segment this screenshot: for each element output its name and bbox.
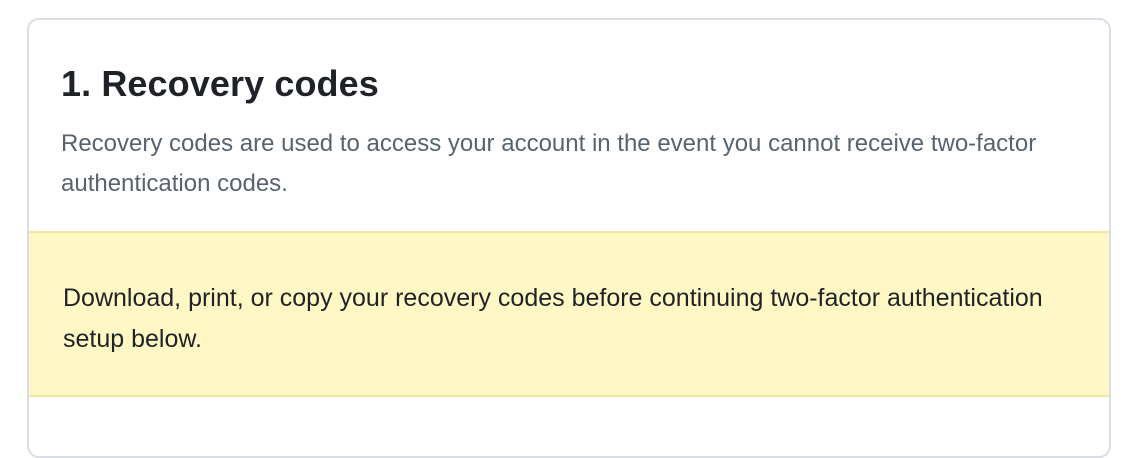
recovery-codes-card: 1. Recovery codes Recovery codes are use…: [27, 18, 1111, 458]
card-header: 1. Recovery codes Recovery codes are use…: [29, 20, 1109, 232]
section-title: 1. Recovery codes: [61, 63, 379, 104]
warning-text: Download, print, or copy your recovery c…: [63, 284, 1043, 353]
section-description: Recovery codes are used to access your a…: [61, 130, 1037, 197]
warning-banner: Download, print, or copy your recovery c…: [29, 231, 1109, 397]
